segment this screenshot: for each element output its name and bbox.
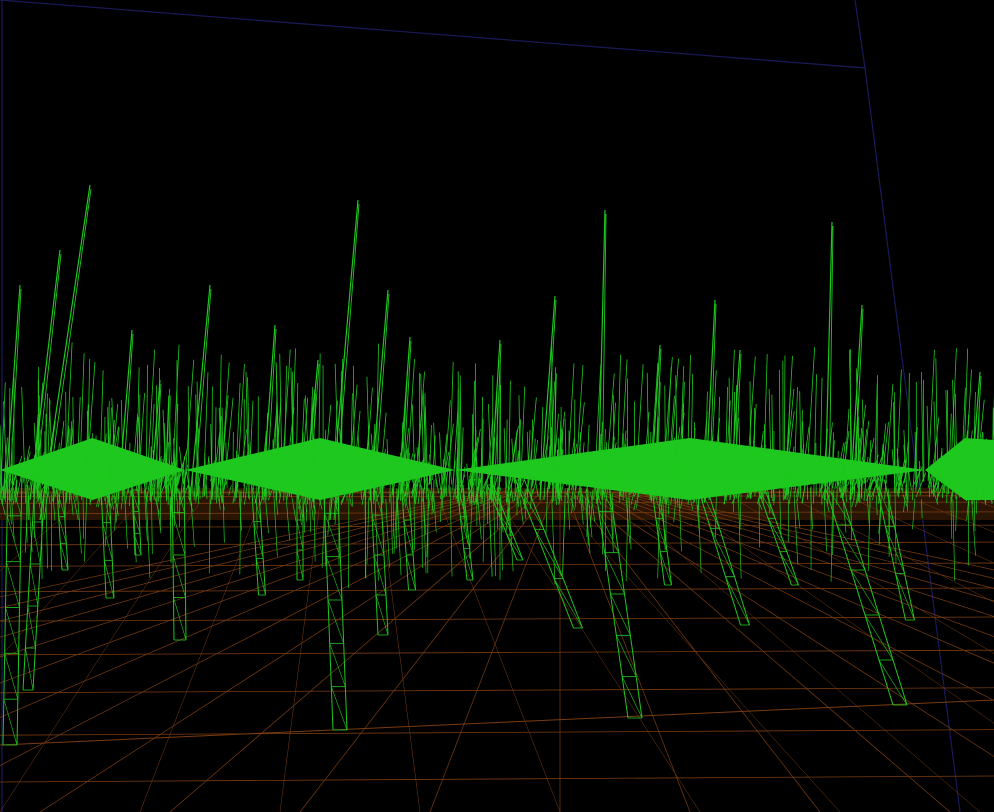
ground-grid-line bbox=[0, 491, 513, 658]
ground-grid-line bbox=[169, 491, 543, 812]
grass-blade bbox=[214, 407, 217, 501]
render-viewport[interactable] bbox=[0, 0, 994, 812]
grass-blade bbox=[458, 382, 461, 488]
ground-grid-line bbox=[859, 501, 994, 564]
wireframe-scene bbox=[0, 0, 994, 812]
grass-stalk-diagonal bbox=[4, 653, 19, 700]
grass-blades-wireframe bbox=[0, 184, 994, 746]
grass-stalk-diagonal bbox=[3, 699, 18, 746]
ground-grid-line bbox=[0, 491, 495, 609]
grass-blade bbox=[914, 432, 917, 492]
grass-stalk-diagonal bbox=[553, 578, 583, 629]
grass-blade bbox=[448, 361, 454, 492]
bounds-edge bbox=[854, 0, 866, 69]
ground-grid-line bbox=[0, 729, 994, 736]
grass-blade bbox=[21, 387, 27, 504]
ground-grid-line bbox=[979, 501, 994, 508]
ground-grid-line bbox=[0, 649, 994, 656]
ground-grid-line bbox=[0, 699, 994, 746]
grass-stalk-diagonal bbox=[296, 519, 304, 551]
grass-stalk-diagonal bbox=[6, 561, 20, 608]
bounds-edge bbox=[864, 67, 961, 812]
ground-grid-line bbox=[0, 501, 201, 812]
ground-grid-line bbox=[299, 491, 549, 812]
ground-grid-line bbox=[0, 501, 81, 572]
grass-stalk-diagonal bbox=[864, 614, 894, 661]
ground-grid-line bbox=[0, 491, 507, 638]
ground-grid-wireframe bbox=[0, 488, 994, 812]
grass-stalk-diagonal bbox=[534, 529, 564, 579]
grass-stalk-diagonal bbox=[327, 599, 344, 644]
grass-stalk-diagonal bbox=[329, 643, 346, 687]
ground-grid-line bbox=[499, 501, 701, 812]
grass-blade bbox=[907, 372, 910, 503]
ground-grid-line bbox=[279, 501, 321, 812]
ground-grid-line bbox=[919, 501, 994, 533]
grass-blade bbox=[378, 467, 381, 491]
ground-grid-line bbox=[139, 501, 261, 812]
grass-stalk-diagonal bbox=[326, 556, 343, 601]
bounds-edge bbox=[0, 0, 866, 69]
ground-grid-line bbox=[799, 501, 994, 603]
grass-stalk-diagonal bbox=[173, 597, 187, 641]
grass-stalk-diagonal bbox=[6, 515, 21, 562]
grass-stalk-diagonal bbox=[779, 551, 799, 586]
ground-grid-line bbox=[0, 616, 994, 622]
grass-blade bbox=[921, 372, 924, 482]
grass-stalk-diagonal bbox=[5, 607, 19, 654]
grass-blade bbox=[439, 432, 443, 486]
grass-blade bbox=[782, 360, 784, 501]
grass-stalk-diagonal bbox=[32, 521, 41, 565]
grass-stalk-diagonal bbox=[331, 686, 348, 731]
ground-grid-line bbox=[0, 491, 519, 684]
ground-grid-line bbox=[0, 587, 994, 593]
grass-stalk-diagonal bbox=[878, 659, 908, 706]
ground-grid-line bbox=[0, 775, 994, 783]
grass-stalk-diagonal bbox=[710, 528, 735, 577]
grass-blade bbox=[907, 469, 912, 491]
